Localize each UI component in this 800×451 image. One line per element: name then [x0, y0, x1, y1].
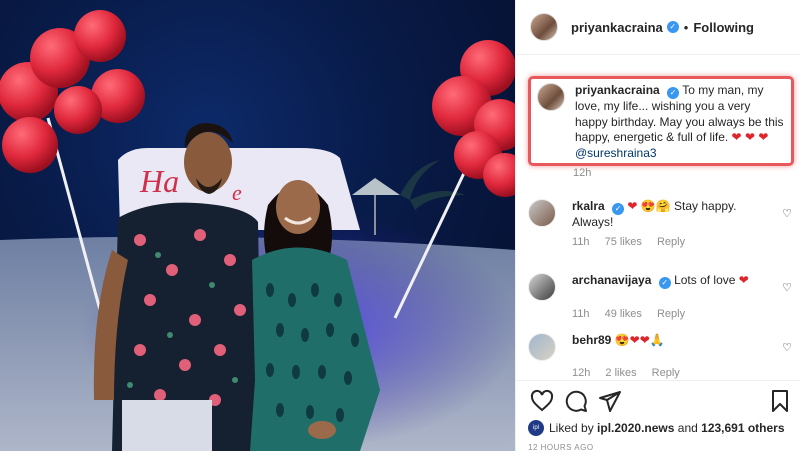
post-caption: priyankacraina ✓ To my man, my love, my …	[528, 76, 794, 166]
action-bar	[516, 380, 800, 420]
caption-avatar[interactable]	[537, 83, 565, 111]
comment-emojis: ❤	[738, 273, 749, 287]
caption-text: priyankacraina ✓ To my man, my love, my …	[575, 83, 785, 163]
comment-emojis: ❤ 😍🤗	[627, 199, 671, 213]
comment-meta: 11h 75 likes Reply	[572, 236, 796, 248]
reply-button[interactable]: Reply	[657, 308, 685, 320]
comment-meta: 11h 49 likes Reply	[572, 308, 796, 320]
like-comment-icon[interactable]: ♡	[782, 341, 792, 354]
comment-text: behr89 😍❤❤🙏	[572, 333, 772, 348]
comment-time[interactable]: 11h	[572, 236, 590, 248]
commenter-username[interactable]: archanavijaya	[572, 273, 651, 287]
share-icon[interactable]	[598, 389, 622, 413]
verified-icon: ✓	[658, 277, 671, 289]
liked-by-user[interactable]: ipl.2020.news	[597, 421, 674, 435]
comment-item: archanavijaya ✓ Lots of love ❤ ♡ 11h 49 …	[528, 273, 796, 320]
comment-emojis: 😍❤❤🙏	[614, 333, 665, 347]
separator-dot: •	[683, 19, 689, 35]
comment-likes[interactable]: 49 likes	[605, 308, 642, 320]
liked-by-count[interactable]: 123,691 others	[701, 421, 784, 435]
comment-likes[interactable]: 2 likes	[605, 367, 636, 379]
comment-item: behr89 😍❤❤🙏 ♡ 12h 2 likes Reply	[528, 333, 796, 379]
comment-time[interactable]: 11h	[572, 308, 590, 320]
reply-button[interactable]: Reply	[657, 236, 685, 248]
comment-time[interactable]: 12h	[572, 367, 590, 379]
comment-icon[interactable]	[564, 389, 588, 413]
following-button[interactable]: Following	[693, 20, 754, 35]
liked-by-avatar[interactable]: ipl	[528, 420, 544, 436]
heart-emoji-icon: ❤	[744, 130, 756, 144]
comment-text: rkalra ✓ ❤ 😍🤗 Stay happy. Always!	[572, 199, 772, 230]
commenter-username[interactable]: rkalra	[572, 199, 605, 213]
comment-item: rkalra ✓ ❤ 😍🤗 Stay happy. Always! ♡ 11h …	[528, 199, 796, 248]
caption-username[interactable]: priyankacraina	[575, 83, 660, 97]
heart-icon[interactable]	[530, 389, 554, 413]
comment-body: Lots of love	[674, 273, 736, 287]
heart-emoji-icon: ❤	[731, 130, 742, 144]
sign-text-2: e	[232, 180, 242, 205]
caption-mention-link[interactable]: @sureshraina3	[575, 146, 657, 160]
commenter-username[interactable]: behr89	[572, 333, 611, 347]
heart-emoji-icon: ❤	[758, 130, 769, 144]
like-comment-icon[interactable]: ♡	[782, 281, 792, 294]
post-header: priyankacraina ✓ • Following	[516, 0, 800, 55]
commenter-avatar[interactable]	[528, 273, 556, 301]
post-photo[interactable]: Ha e	[0, 0, 515, 451]
verified-icon: ✓	[612, 203, 625, 215]
reply-button[interactable]: Reply	[652, 367, 680, 379]
balloon-cluster-left	[0, 10, 145, 173]
author-avatar[interactable]	[530, 13, 558, 41]
verified-icon: ✓	[666, 21, 679, 33]
verified-icon: ✓	[667, 87, 680, 99]
post-panel: priyankacraina ✓ • Following priyankacra…	[515, 0, 800, 451]
caption-timestamp[interactable]: 12h	[573, 167, 591, 179]
comment-meta: 12h 2 likes Reply	[572, 367, 796, 379]
author-username[interactable]: priyankacraina	[571, 20, 663, 35]
comment-likes[interactable]: 75 likes	[605, 236, 642, 248]
photo-illustration: Ha e	[0, 10, 515, 451]
commenter-avatar[interactable]	[528, 199, 556, 227]
balloon-cluster-right	[432, 40, 515, 197]
like-comment-icon[interactable]: ♡	[782, 207, 792, 220]
post-timestamp[interactable]: 12 HOURS AGO	[528, 443, 594, 451]
liked-by-prefix: Liked by	[549, 421, 594, 435]
bookmark-icon[interactable]	[768, 389, 792, 413]
liked-by-and: and	[677, 421, 698, 435]
liked-by-line: ipl Liked by ipl.2020.news and 123,691 o…	[528, 420, 785, 436]
commenter-avatar[interactable]	[528, 333, 556, 361]
sign-text: Ha	[139, 163, 179, 199]
comment-text: archanavijaya ✓ Lots of love ❤	[572, 273, 772, 289]
